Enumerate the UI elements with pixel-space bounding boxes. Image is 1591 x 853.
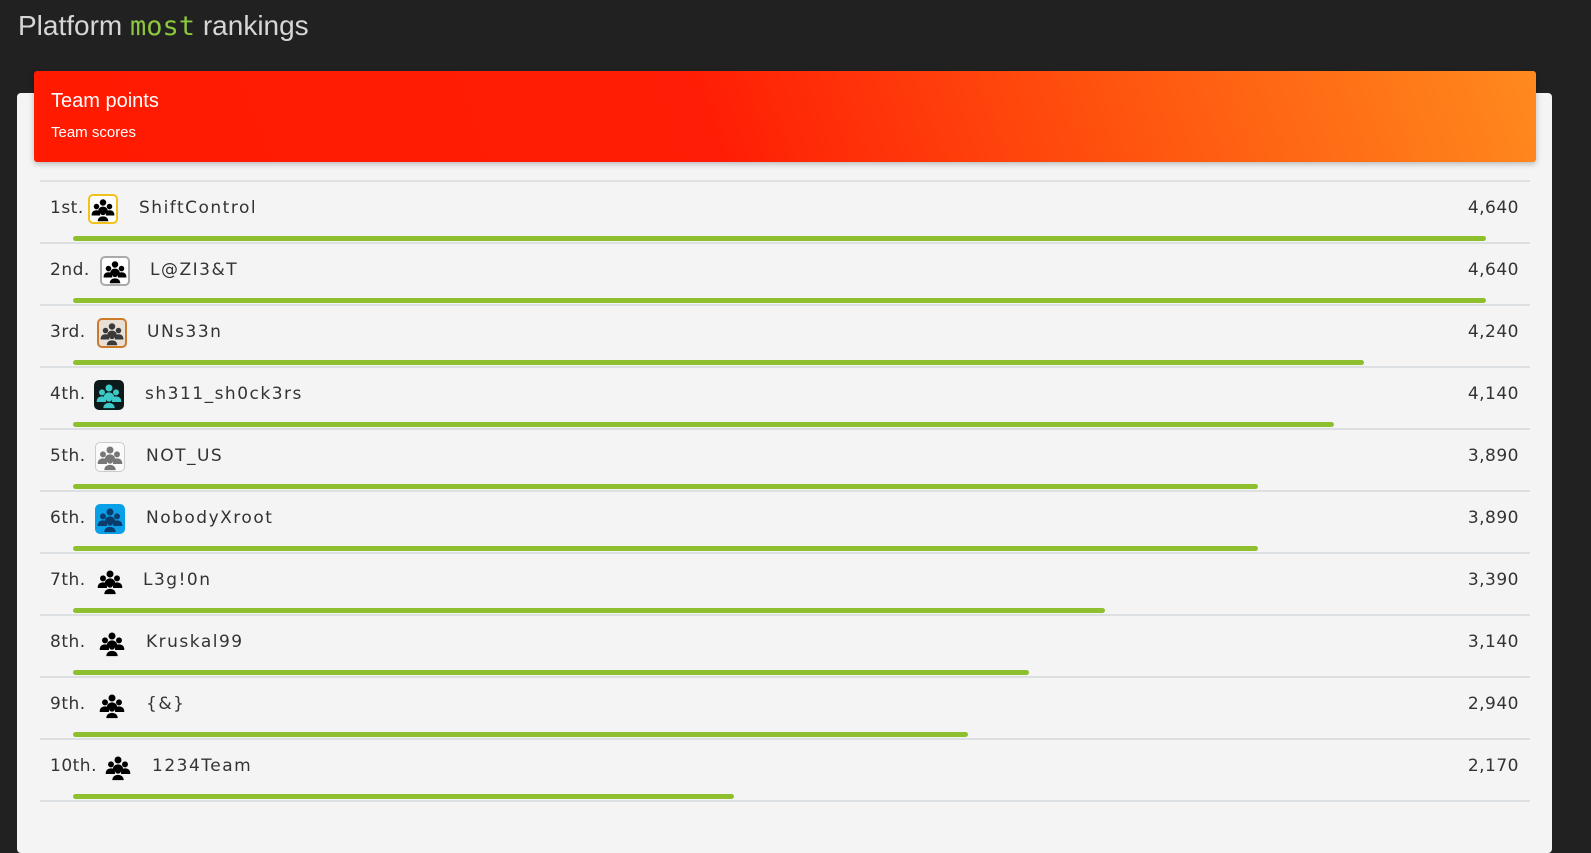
team-icon xyxy=(96,384,122,409)
page-title-prefix: Platform xyxy=(18,10,123,41)
ranking-list: 1st. ShiftControl 4,640 2nd. L@ZI3&T 4,640 3rd… xyxy=(40,180,1530,802)
rank-label: 4th. xyxy=(50,384,86,404)
page-title-suffix: rankings xyxy=(202,10,309,41)
rank-label: 2nd. xyxy=(50,260,90,280)
team-icon xyxy=(97,508,123,533)
team-name-link[interactable]: ShiftControl xyxy=(139,198,257,218)
team-avatar[interactable] xyxy=(95,504,125,534)
team-icon xyxy=(105,756,131,781)
ranking-row[interactable]: 6th. NobodyXroot 3,890 xyxy=(40,492,1530,554)
card-header: Team points Team scores xyxy=(34,71,1536,162)
team-score: 2,940 xyxy=(1467,694,1519,714)
rank-label: 5th. xyxy=(50,446,86,466)
team-name-link[interactable]: Kruskal99 xyxy=(146,632,244,652)
team-avatar[interactable] xyxy=(97,318,127,348)
ranking-row[interactable]: 9th. {&} 2,940 xyxy=(40,678,1530,740)
rank-label: 9th. xyxy=(50,694,86,714)
score-progress-bar xyxy=(73,298,1486,303)
ranking-row[interactable]: 5th. NOT_US 3,890 xyxy=(40,430,1530,492)
team-icon xyxy=(97,570,123,595)
team-name-link[interactable]: 1234Team xyxy=(152,756,252,776)
team-icon xyxy=(91,199,115,222)
card-title: Team points xyxy=(51,90,159,112)
team-avatar[interactable] xyxy=(97,628,127,658)
team-name-link[interactable]: L3g!0n xyxy=(143,570,211,590)
team-avatar[interactable] xyxy=(88,194,118,224)
team-icon xyxy=(100,323,124,346)
team-avatar[interactable] xyxy=(95,566,125,596)
team-score: 2,170 xyxy=(1467,756,1519,776)
team-name-link[interactable]: NobodyXroot xyxy=(146,508,273,528)
ranking-row[interactable]: 4th. sh311_sh0ck3rs 4,140 xyxy=(40,368,1530,430)
team-icon xyxy=(97,446,123,471)
team-avatar[interactable] xyxy=(95,442,125,472)
rank-label: 8th. xyxy=(50,632,86,652)
score-progress-bar xyxy=(73,546,1258,551)
team-avatar[interactable] xyxy=(97,690,127,720)
team-avatar[interactable] xyxy=(103,752,133,782)
team-score: 3,140 xyxy=(1467,632,1519,652)
rank-label: 7th. xyxy=(50,570,86,590)
score-progress-bar xyxy=(73,608,1105,613)
team-score: 3,890 xyxy=(1467,508,1519,528)
card-subtitle: Team scores xyxy=(51,124,137,141)
team-icon xyxy=(99,632,125,657)
team-name-link[interactable]: {&} xyxy=(146,694,185,714)
team-icon xyxy=(99,694,125,719)
team-score: 4,140 xyxy=(1467,384,1519,404)
team-avatar[interactable] xyxy=(94,380,124,410)
ranking-row[interactable]: 2nd. L@ZI3&T 4,640 xyxy=(40,244,1530,306)
ranking-row[interactable]: 8th. Kruskal99 3,140 xyxy=(40,616,1530,678)
team-name-link[interactable]: L@ZI3&T xyxy=(150,260,238,280)
ranking-row[interactable]: 10th. 1234Team 2,170 xyxy=(40,740,1530,802)
rank-label: 3rd. xyxy=(50,322,86,342)
score-progress-bar xyxy=(73,484,1258,489)
team-name-link[interactable]: NOT_US xyxy=(146,446,223,466)
team-icon xyxy=(103,261,127,284)
ranking-row[interactable]: 7th. L3g!0n 3,390 xyxy=(40,554,1530,616)
rank-label: 10th. xyxy=(50,756,97,776)
score-progress-bar xyxy=(73,794,734,799)
team-name-link[interactable]: sh311_sh0ck3rs xyxy=(145,384,303,404)
page-title: Platform most rankings xyxy=(18,10,309,42)
team-score: 4,240 xyxy=(1467,322,1519,342)
score-progress-bar xyxy=(73,360,1364,365)
team-score: 3,390 xyxy=(1467,570,1519,590)
team-score: 4,640 xyxy=(1467,260,1519,280)
rank-label: 6th. xyxy=(50,508,86,528)
score-progress-bar xyxy=(73,732,968,737)
score-progress-bar xyxy=(73,670,1029,675)
rank-label: 1st. xyxy=(50,198,84,218)
page-title-highlight: most xyxy=(130,11,196,42)
team-avatar[interactable] xyxy=(100,256,130,286)
team-name-link[interactable]: UNs33n xyxy=(147,322,222,342)
team-score: 3,890 xyxy=(1467,446,1519,466)
score-progress-bar xyxy=(73,422,1334,427)
ranking-row[interactable]: 1st. ShiftControl 4,640 xyxy=(40,182,1530,244)
ranking-row[interactable]: 3rd. UNs33n 4,240 xyxy=(40,306,1530,368)
score-progress-bar xyxy=(73,236,1486,241)
team-score: 4,640 xyxy=(1467,198,1519,218)
